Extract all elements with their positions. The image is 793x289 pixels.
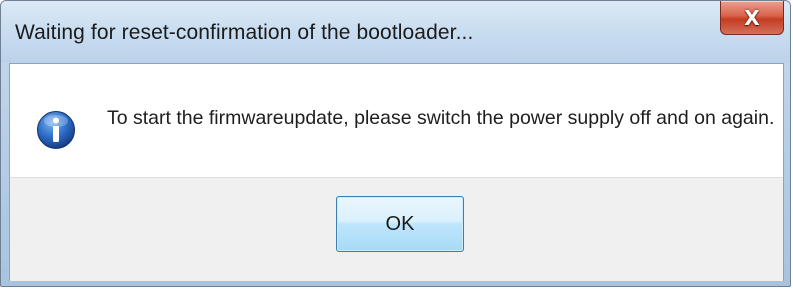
close-button[interactable]: X	[720, 1, 784, 35]
title-bar[interactable]: Waiting for reset-confirmation of the bo…	[1, 1, 790, 63]
message-area: To start the firmwareupdate, please swit…	[10, 64, 783, 177]
window-title: Waiting for reset-confirmation of the bo…	[15, 21, 474, 44]
message-text: To start the firmwareupdate, please swit…	[107, 107, 775, 129]
ok-button[interactable]: OK	[336, 196, 464, 252]
dialog-client-area: To start the firmwareupdate, please swit…	[9, 63, 784, 281]
button-bar: OK	[10, 177, 783, 281]
information-icon	[37, 111, 75, 149]
dialog-window: Waiting for reset-confirmation of the bo…	[0, 0, 791, 287]
close-icon: X	[744, 5, 760, 30]
